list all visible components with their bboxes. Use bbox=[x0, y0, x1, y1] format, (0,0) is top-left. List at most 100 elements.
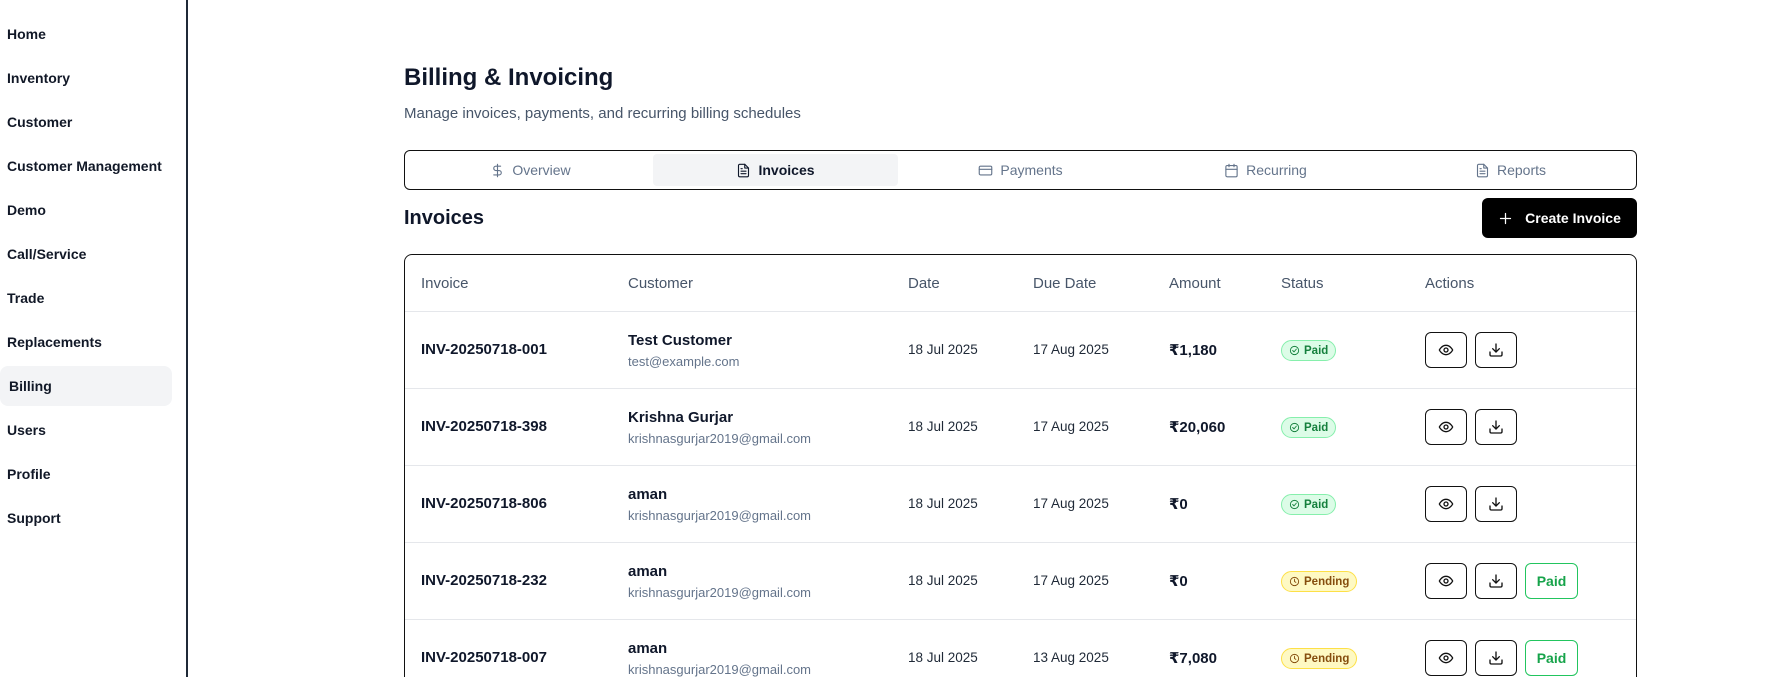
tab-invoices[interactable]: Invoices bbox=[653, 154, 898, 186]
table-row: INV-20250718-001 Test Customer test@exam… bbox=[405, 312, 1636, 389]
download-icon bbox=[1489, 497, 1503, 511]
sidebar-item-customer-management[interactable]: Customer Management bbox=[0, 146, 172, 186]
invoice-due-date: 17 Aug 2025 bbox=[1033, 496, 1109, 511]
column-header-date: Date bbox=[908, 275, 940, 292]
tab-payments[interactable]: Payments bbox=[898, 154, 1143, 186]
credit-card-icon bbox=[979, 165, 993, 175]
eye-icon bbox=[1438, 652, 1454, 664]
invoices-table: Invoice Customer Date Due Date Amount St… bbox=[404, 254, 1637, 677]
file-text-icon bbox=[1476, 163, 1489, 177]
check-circle-icon bbox=[1289, 499, 1300, 510]
invoice-date: 18 Jul 2025 bbox=[908, 419, 978, 434]
sidebar-item-replacements[interactable]: Replacements bbox=[0, 322, 172, 362]
download-button[interactable] bbox=[1475, 409, 1517, 445]
sidebar-item-demo[interactable]: Demo bbox=[0, 190, 172, 230]
mark-paid-button[interactable]: Paid bbox=[1525, 563, 1578, 599]
invoice-due-date: 17 Aug 2025 bbox=[1033, 573, 1109, 588]
customer-email: test@example.com bbox=[628, 354, 740, 369]
column-header-due-date: Due Date bbox=[1033, 275, 1097, 292]
view-button[interactable] bbox=[1425, 486, 1467, 522]
eye-icon bbox=[1438, 575, 1454, 587]
invoice-due-date: 17 Aug 2025 bbox=[1033, 419, 1109, 434]
status-label: Paid bbox=[1304, 498, 1329, 511]
column-header-actions: Actions bbox=[1425, 275, 1475, 292]
sidebar-item-users[interactable]: Users bbox=[0, 410, 172, 450]
sidebar-item-inventory[interactable]: Inventory bbox=[0, 58, 172, 98]
status-badge: Paid bbox=[1281, 417, 1337, 438]
sidebar-item-home[interactable]: Home bbox=[0, 14, 172, 54]
invoice-date: 18 Jul 2025 bbox=[908, 650, 978, 665]
table-row: INV-20250718-007 aman krishnasgurjar2019… bbox=[405, 620, 1636, 677]
download-button[interactable] bbox=[1475, 332, 1517, 368]
table-row: INV-20250718-398 Krishna Gurjar krishnas… bbox=[405, 389, 1636, 466]
view-button[interactable] bbox=[1425, 409, 1467, 445]
invoice-due-date: 13 Aug 2025 bbox=[1033, 650, 1109, 665]
customer-email: krishnasgurjar2019@gmail.com bbox=[628, 431, 811, 446]
customer-name: aman bbox=[628, 486, 668, 503]
sidebar-item-customer[interactable]: Customer bbox=[0, 102, 172, 142]
invoice-amount: ₹0 bbox=[1169, 573, 1188, 590]
create-invoice-button[interactable]: Create Invoice bbox=[1482, 198, 1637, 238]
download-icon bbox=[1489, 420, 1503, 434]
customer-email: krishnasgurjar2019@gmail.com bbox=[628, 662, 811, 677]
invoice-date: 18 Jul 2025 bbox=[908, 342, 978, 357]
invoice-amount: ₹20,060 bbox=[1169, 419, 1226, 436]
tab-label: Overview bbox=[512, 162, 571, 178]
invoice-date: 18 Jul 2025 bbox=[908, 496, 978, 511]
file-text-icon bbox=[738, 163, 750, 177]
tab-bar: Overview Invoices Payments Recurring Rep… bbox=[404, 150, 1637, 190]
invoice-amount: ₹0 bbox=[1169, 496, 1188, 513]
sidebar-item-trade[interactable]: Trade bbox=[0, 278, 172, 318]
clock-icon bbox=[1289, 576, 1300, 587]
invoice-number: INV-20250718-398 bbox=[421, 418, 547, 435]
invoice-number: INV-20250718-232 bbox=[421, 572, 547, 589]
sidebar-item-profile[interactable]: Profile bbox=[0, 454, 172, 494]
status-label: Pending bbox=[1304, 652, 1350, 665]
calendar-icon bbox=[1225, 163, 1238, 177]
customer-name: Test Customer bbox=[628, 332, 732, 349]
status-badge: Pending bbox=[1281, 648, 1358, 669]
invoice-number: INV-20250718-007 bbox=[421, 649, 547, 666]
invoice-number: INV-20250718-001 bbox=[421, 341, 547, 358]
sidebar-item-support[interactable]: Support bbox=[0, 498, 172, 538]
status-label: Paid bbox=[1304, 421, 1329, 434]
tab-overview[interactable]: Overview bbox=[408, 154, 653, 186]
invoice-due-date: 17 Aug 2025 bbox=[1033, 342, 1109, 357]
invoice-number: INV-20250718-806 bbox=[421, 495, 547, 512]
invoice-amount: ₹1,180 bbox=[1169, 342, 1217, 359]
table-row: INV-20250718-806 aman krishnasgurjar2019… bbox=[405, 466, 1636, 543]
table-row: INV-20250718-232 aman krishnasgurjar2019… bbox=[405, 543, 1636, 620]
dollar-icon bbox=[493, 163, 503, 177]
create-invoice-label: Create Invoice bbox=[1525, 210, 1621, 226]
tab-reports[interactable]: Reports bbox=[1388, 154, 1633, 186]
customer-name: aman bbox=[628, 640, 668, 657]
download-icon bbox=[1489, 651, 1503, 665]
tab-label: Invoices bbox=[758, 162, 815, 178]
status-badge: Paid bbox=[1281, 494, 1337, 515]
download-button[interactable] bbox=[1475, 486, 1517, 522]
download-button[interactable] bbox=[1475, 563, 1517, 599]
tab-label: Reports bbox=[1496, 162, 1547, 178]
column-header-status: Status bbox=[1281, 275, 1324, 292]
page-title: Billing & Invoicing bbox=[404, 64, 614, 91]
invoice-date: 18 Jul 2025 bbox=[908, 573, 978, 588]
column-header-amount: Amount bbox=[1169, 275, 1221, 292]
view-button[interactable] bbox=[1425, 332, 1467, 368]
check-circle-icon bbox=[1289, 422, 1300, 433]
sidebar-item-billing[interactable]: Billing bbox=[0, 366, 172, 406]
column-header-customer: Customer bbox=[628, 275, 694, 292]
page-subtitle: Manage invoices, payments, and recurring… bbox=[404, 105, 801, 122]
sidebar-item-call-service[interactable]: Call/Service bbox=[0, 234, 172, 274]
download-icon bbox=[1489, 343, 1503, 357]
view-button[interactable] bbox=[1425, 640, 1467, 676]
mark-paid-button[interactable]: Paid bbox=[1525, 640, 1578, 676]
view-button[interactable] bbox=[1425, 563, 1467, 599]
download-button[interactable] bbox=[1475, 640, 1517, 676]
customer-email: krishnasgurjar2019@gmail.com bbox=[628, 585, 811, 600]
status-label: Paid bbox=[1304, 344, 1329, 357]
sidebar: Home Inventory Customer Customer Managem… bbox=[0, 0, 188, 677]
tab-label: Recurring bbox=[1246, 162, 1307, 178]
tab-recurring[interactable]: Recurring bbox=[1143, 154, 1388, 186]
invoices-section-title: Invoices bbox=[404, 207, 485, 229]
clock-icon bbox=[1289, 653, 1300, 664]
